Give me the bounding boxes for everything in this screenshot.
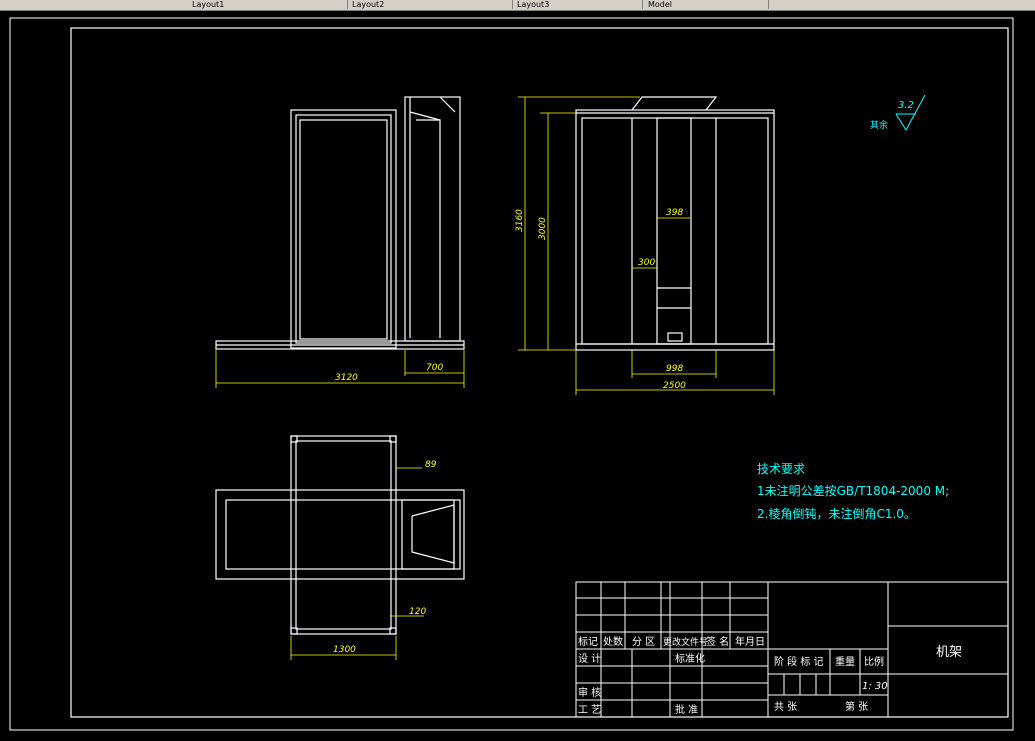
tb-col-docno: 更改文件号 [663, 636, 708, 648]
front-frame-outer [575, 109, 775, 351]
side-frame-outer [290, 109, 397, 349]
tb-scale-value: 1: 30 [862, 681, 888, 692]
tab-label: Layout1 [192, 0, 225, 9]
roughness-label: 其余 [870, 119, 888, 131]
notes-line-2: 2.棱角倒钝，未注倒角C1.0。 [757, 506, 916, 521]
drawing-svg: 3120 700 3160 3000 398 300 998 2500 3.2 … [9, 17, 1014, 731]
side-frame-inner [299, 119, 388, 340]
tab-label: Model [648, 0, 673, 9]
side-hopper-slope2 [439, 96, 456, 113]
paper-border [9, 17, 1014, 731]
tb-standard: 标准化 [675, 652, 705, 665]
dim-998: 998 [666, 364, 683, 374]
tab-model[interactable]: Model [648, 0, 769, 9]
front-chute [656, 117, 692, 345]
top-frame-outer [290, 435, 397, 635]
tb-weight: 重量 [835, 655, 855, 668]
tb-col-zone: 分 区 [632, 636, 655, 648]
dim-3160: 3160 [515, 209, 525, 232]
drawing-canvas[interactable]: 3120 700 3160 3000 398 300 998 2500 3.2 … [0, 11, 1035, 737]
tb-col-sign: 签 名 [706, 635, 729, 648]
tab-layout2[interactable]: Layout2 [352, 0, 513, 9]
layout-tab-bar: Layout1 Layout2 Layout3 Model [0, 0, 1035, 11]
front-hopper-top [631, 96, 718, 111]
tb-process: 工 艺 [578, 704, 601, 716]
top-hopper-box [401, 499, 461, 570]
roughness-value: 3.2 [898, 100, 914, 111]
tb-sheets-total: 共 张 [774, 701, 797, 713]
top-crossbeam-outer [215, 489, 465, 580]
tb-part-name: 机架 [936, 645, 962, 660]
side-view [215, 96, 465, 350]
tb-design: 设 计 [578, 652, 601, 665]
tb-stage: 阶 段 标 记 [774, 655, 824, 668]
dim-1300: 1300 [333, 645, 356, 655]
tb-review: 审 核 [578, 686, 601, 699]
side-hopper-slope [409, 111, 441, 121]
side-frame-mid [295, 114, 392, 344]
dim-300: 300 [638, 258, 655, 268]
tab-layout3[interactable]: Layout3 [517, 0, 643, 9]
dim-398: 398 [666, 208, 683, 218]
dim-2500: 2500 [663, 381, 686, 391]
side-hopper-outer [404, 96, 461, 342]
title-block-text: 标记 处数 分 区 更改文件号 签 名 年月日 设 计 标准化 阶 段 标 记 … [578, 635, 962, 716]
side-hopper-inner [416, 119, 441, 338]
dim-3000: 3000 [538, 217, 548, 240]
tab-label: Layout2 [352, 0, 385, 9]
tb-sheet-no: 第 张 [845, 700, 868, 713]
tab-layout1[interactable]: Layout1 [192, 0, 348, 9]
dim-89: 89 [425, 460, 437, 470]
tb-approve: 批 准 [675, 703, 698, 716]
drawing-frame [70, 27, 1009, 718]
dim-120: 120 [409, 607, 426, 617]
tb-col-mark: 标记 [578, 636, 598, 648]
top-frame-inner [295, 440, 392, 630]
top-hopper-taper [411, 504, 455, 564]
front-view [575, 96, 775, 351]
dim-700: 700 [426, 363, 443, 373]
top-view-dimensions [290, 467, 424, 660]
tb-scale: 比例 [864, 655, 884, 668]
tab-label: Layout3 [517, 0, 550, 9]
dim-3120: 3120 [335, 373, 358, 383]
notes-title: 技术要求 [757, 462, 805, 476]
front-outlet [667, 332, 683, 342]
top-crossbeam-inner [225, 499, 455, 570]
front-frame-inner [581, 117, 769, 345]
tb-col-date: 年月日 [735, 635, 765, 648]
notes-line-1: 1未注明公差按GB/T1804-2000 M; [757, 483, 949, 498]
tb-col-count: 处数 [603, 635, 623, 648]
